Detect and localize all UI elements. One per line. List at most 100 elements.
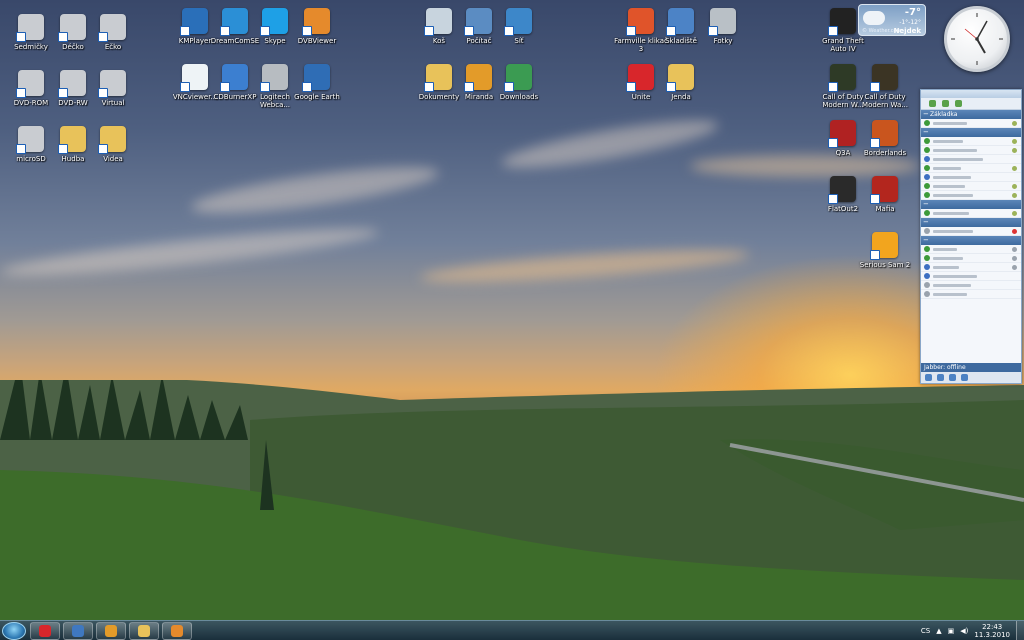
desktop-icon[interactable]: Serious Sam 2 [859,232,911,269]
list-item[interactable] [921,281,1021,290]
desktop-icon[interactable]: Google Earth [291,64,343,101]
mafia-icon [870,176,898,204]
network-icon [504,8,532,36]
opera-unite-icon [626,64,654,92]
music-folder-icon [58,126,86,154]
volume-icon[interactable]: ◀) [960,627,968,635]
list-item[interactable] [921,182,1021,191]
desktop-icon-label: Downloads [499,93,539,101]
landscape-illustration [0,380,1024,620]
user-folder-icon [666,64,694,92]
webcam-icon [260,64,288,92]
thunderbird-taskbar-button[interactable] [63,622,93,640]
drive-icon [58,14,86,42]
desktop-icon[interactable]: Borderlands [859,120,911,157]
desktop-icon[interactable]: Éčko [87,14,139,51]
miranda-contact-list[interactable]: Základka Jabber: offline [920,89,1022,384]
list-item[interactable] [921,164,1021,173]
contact-group-header[interactable] [921,200,1021,209]
desktop-icon-label: Videa [103,155,123,163]
status-online-icon[interactable] [929,100,936,107]
explorer-taskbar-button[interactable] [129,622,159,640]
list-item[interactable] [921,119,1021,128]
weather-gadget[interactable]: -7° -1°-12° Nejdek © Weather.com [858,4,926,36]
clock-date: 11.3.2010 [974,631,1010,639]
opera-taskbar-button[interactable] [30,622,60,640]
cdburner-icon [220,64,248,92]
weather-range: -1°-12° [899,19,921,26]
recycle-bin-icon [424,8,452,36]
contact-group-header[interactable] [921,236,1021,245]
list-item[interactable] [921,227,1021,236]
video-folder-icon [98,126,126,154]
gta4-icon [828,8,856,36]
miranda-icon [464,64,492,92]
downloads-icon [504,64,532,92]
desktop-icon[interactable]: Fotky [697,8,749,45]
find-icon[interactable] [961,374,968,381]
dvbviewer-icon [171,625,183,637]
list-item[interactable] [921,191,1021,200]
clock-gadget[interactable] [944,6,1010,72]
miranda-bottom-toolbar [921,372,1021,383]
taskbar-clock[interactable]: 22:43 11.3.2010 [974,623,1010,639]
desktop-icon-label: Serious Sam 2 [859,261,911,269]
camera-icon [708,8,736,36]
list-item[interactable] [921,209,1021,218]
documents-folder-icon [424,64,452,92]
clock-time: 22:43 [982,623,1003,631]
sky-cloud [419,243,751,289]
desktop-icon[interactable]: Virtual [87,70,139,107]
list-item[interactable] [921,263,1021,272]
desktop-icon[interactable]: Videa [87,126,139,163]
list-item[interactable] [921,155,1021,164]
show-hidden-icons-icon[interactable]: ▲ [936,627,941,635]
borderlands-icon [870,120,898,148]
contact-group-header[interactable] [921,218,1021,227]
miranda-taskbar-button[interactable] [96,622,126,640]
add-contact-icon[interactable] [955,100,962,107]
list-item[interactable] [921,290,1021,299]
desktop-icon[interactable]: Mafia [859,176,911,213]
desktop-icon-label: Virtual [101,99,125,107]
farmville-icon [626,8,654,36]
system-tray: CS ▲ ▣ ◀) 22:43 11.3.2010 [921,621,1020,640]
miranda-titlebar[interactable] [921,90,1021,98]
list-item[interactable] [921,137,1021,146]
desktop-icon[interactable]: Jenda [655,64,707,101]
cod-mw-icon [828,64,856,92]
list-item[interactable] [921,272,1021,281]
contact-group-header[interactable] [921,128,1021,137]
main-menu-icon[interactable] [925,374,932,381]
list-item[interactable] [921,254,1021,263]
thunderbird-icon [72,625,84,637]
desktop-icon[interactable]: Downloads [493,64,545,101]
desktop-icon-label: DVBViewer [297,37,337,45]
contact-group-header[interactable]: Základka [921,110,1021,119]
start-button[interactable] [2,622,26,640]
dvbviewer-icon [302,8,330,36]
desktop-icon-label: Mafia [875,205,895,213]
folder-icon [16,14,44,42]
dvbviewer-taskbar-button[interactable] [162,622,192,640]
list-item[interactable] [921,173,1021,182]
google-earth-icon [302,64,330,92]
contact-list [921,119,1021,299]
list-item[interactable] [921,245,1021,254]
dreamcom-icon [220,8,248,36]
weather-source: © Weather.com [862,28,902,34]
desktop-icon-label: Síť [514,37,524,45]
desktop-icon[interactable]: Síť [493,8,545,45]
options-icon[interactable] [949,374,956,381]
list-item[interactable] [921,146,1021,155]
language-indicator[interactable]: CS [921,627,930,635]
desktop-icon[interactable]: DVBViewer [291,8,343,45]
miranda-status-bar[interactable]: Jabber: offline [921,363,1021,372]
settings-icon[interactable] [942,100,949,107]
show-desktop-button[interactable] [1016,621,1024,640]
miranda-icon [105,625,117,637]
miranda-toolbar [921,98,1021,110]
network-icon[interactable]: ▣ [948,627,955,635]
status-menu-icon[interactable] [937,374,944,381]
desktop-icon[interactable]: Call of Duty Modern Wa... [859,64,911,109]
